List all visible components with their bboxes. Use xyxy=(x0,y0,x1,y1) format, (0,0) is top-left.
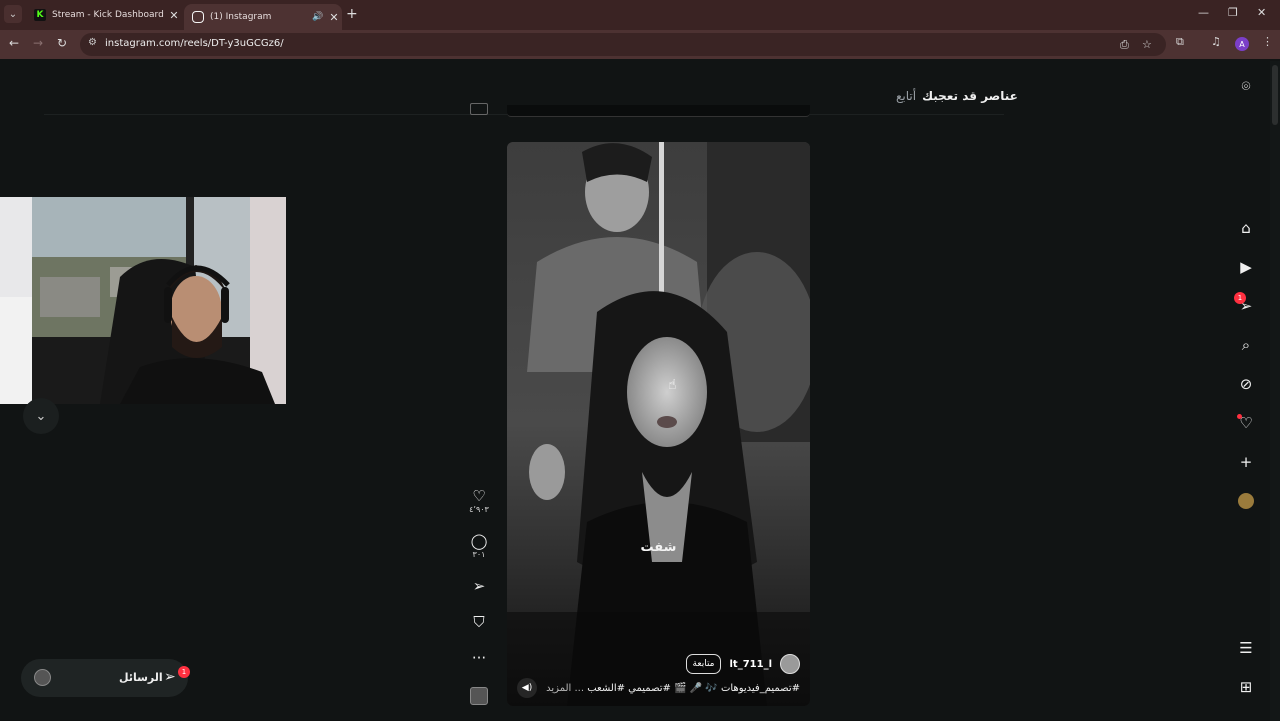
comment-bubble-icon: ◯ xyxy=(470,532,488,550)
reload-icon[interactable]: ↻ xyxy=(57,36,67,50)
reel-username[interactable]: lt_711_l xyxy=(729,659,772,670)
instagram-icon xyxy=(192,11,204,23)
home-icon[interactable]: ⌂ xyxy=(1232,214,1260,242)
volume-icon[interactable]: ◀) xyxy=(517,678,537,698)
reel-video-frame xyxy=(507,142,810,706)
instagram-logo-icon[interactable]: ⌾ xyxy=(1232,72,1260,100)
back-arrow-icon[interactable]: ← xyxy=(9,36,19,50)
close-tab-icon[interactable]: ✕ xyxy=(166,9,182,22)
like-button[interactable]: ♡ ٤٬٩٠٣ xyxy=(466,487,492,514)
kick-icon: K xyxy=(34,9,46,21)
original-audio-thumbnail[interactable] xyxy=(470,687,488,705)
webcam-overlay xyxy=(0,197,286,404)
close-window-icon[interactable]: ✕ xyxy=(1257,6,1266,19)
author-avatar[interactable] xyxy=(780,654,800,674)
share-button[interactable]: ➢ xyxy=(466,577,492,595)
heart-icon: ♡ xyxy=(472,487,486,505)
bookmark-icon: ⛉ xyxy=(473,613,485,631)
send-paper-plane-icon: ➢ xyxy=(472,577,486,595)
caption-text: #تصميم_فيديوهات 🎶 🎤 🎬 #تصميمي #الشعب xyxy=(587,683,800,694)
tab-title: (1) Instagram xyxy=(210,12,272,22)
also-from-meta-icon[interactable]: ⊞ xyxy=(1232,673,1260,701)
tab-kick-dashboard[interactable]: K Stream - Kick Dashboard ✕ xyxy=(26,3,182,27)
browser-tab-strip: ⌄ K Stream - Kick Dashboard ✕ (1) Instag… xyxy=(0,0,1280,30)
notification-dot xyxy=(1237,414,1242,419)
messages-badge: 1 xyxy=(178,666,190,678)
messages-label: الرسائل xyxy=(119,671,163,684)
menu-kebab-icon[interactable]: ⋮ xyxy=(1262,35,1273,48)
tab-title: Stream - Kick Dashboard xyxy=(52,10,164,20)
create-plus-icon[interactable]: + xyxy=(1232,448,1260,476)
extensions-puzzle-icon[interactable]: ⧉ xyxy=(1176,35,1184,49)
new-tab-plus-icon[interactable]: + xyxy=(346,6,358,22)
explore-compass-icon[interactable]: ⊘ xyxy=(1232,370,1260,398)
tab-search-chevron-icon[interactable]: ⌄ xyxy=(4,5,22,23)
profile-avatar[interactable]: A xyxy=(1235,37,1249,51)
reel-video[interactable]: شفت متابعة lt_711_l #تصميم_فيديوهات 🎶 🎤 … xyxy=(507,142,810,706)
suggestions-header: أتابع عناصر قد تعجبك xyxy=(896,89,1018,103)
reels-icon[interactable]: ▶ xyxy=(1232,253,1260,281)
address-bar[interactable]: ⚙ instagram.com/reels/DT-y3uGCGz6/ ⎙ ☆ xyxy=(80,33,1166,56)
profile-avatar-icon[interactable] xyxy=(1232,487,1260,515)
install-app-icon[interactable]: ⎙ xyxy=(1120,38,1129,52)
more-options-button[interactable]: ··· xyxy=(466,649,492,667)
forward-arrow-icon[interactable]: → xyxy=(33,36,43,50)
url-text[interactable]: instagram.com/reels/DT-y3uGCGz6/ xyxy=(105,38,284,49)
instagram-side-nav: ⌾ ⌂ ▶ ➢ 1 ⌕ ⊘ ♡ + ☰ ⊞ xyxy=(1232,59,1260,720)
more-dots-icon: ··· xyxy=(471,649,487,667)
reel-caption[interactable]: #تصميم_فيديوهات 🎶 🎤 🎬 #تصميمي #الشعب ...… xyxy=(546,683,800,694)
close-tab-icon[interactable]: ✕ xyxy=(326,11,342,24)
audio-playing-icon[interactable]: 🔊 xyxy=(312,12,326,22)
save-button[interactable]: ⛉ xyxy=(466,613,492,631)
direct-messages-icon[interactable]: ➢ 1 xyxy=(1232,292,1260,320)
browser-toolbar: ← → ↻ ⚙ instagram.com/reels/DT-y3uGCGz6/… xyxy=(0,30,1280,59)
bookmark-star-icon[interactable]: ☆ xyxy=(1142,38,1152,51)
reel-author: متابعة lt_711_l xyxy=(685,654,800,674)
webcam-feed-image xyxy=(0,197,286,404)
instagram-reels-page: أتابع عناصر قد تعجبك شفت متابعة lt_711_l… xyxy=(0,59,1280,721)
dm-badge: 1 xyxy=(1234,292,1246,304)
previous-reel-edge[interactable] xyxy=(507,105,810,117)
scrollbar-thumb[interactable] xyxy=(1272,65,1278,125)
reel-text-overlay: شفت xyxy=(640,540,677,555)
notifications-heart-icon[interactable]: ♡ xyxy=(1232,409,1260,437)
restore-icon[interactable]: ❐ xyxy=(1228,6,1238,19)
scrollbar[interactable] xyxy=(1270,61,1280,721)
suggestion-follow-link[interactable]: أتابع xyxy=(896,89,916,103)
comment-count: ٣٠١ xyxy=(472,550,486,559)
like-count: ٤٬٩٠٣ xyxy=(469,505,489,514)
chevron-down-icon[interactable]: ⌄ xyxy=(23,398,59,434)
site-info-icon[interactable]: ⚙ xyxy=(88,37,97,48)
tab-instagram[interactable]: (1) Instagram 🔊 ✕ xyxy=(184,4,342,30)
messages-button[interactable]: الرسائل ➢ 1 xyxy=(21,659,190,697)
media-controls-icon[interactable]: ♫ xyxy=(1211,35,1221,48)
comment-button[interactable]: ◯ ٣٠١ xyxy=(466,532,492,559)
hamburger-menu-icon[interactable]: ☰ xyxy=(1232,634,1260,662)
follow-button[interactable]: متابعة xyxy=(685,654,722,674)
message-avatar xyxy=(34,669,51,686)
previous-audio-thumb[interactable] xyxy=(470,103,488,115)
minimize-icon[interactable]: — xyxy=(1198,6,1209,19)
send-icon: ➢ xyxy=(164,669,176,685)
search-icon[interactable]: ⌕ xyxy=(1232,331,1260,359)
profile-avatar xyxy=(1238,493,1254,509)
caption-more-link[interactable]: ... المزيد xyxy=(546,683,584,694)
mouse-cursor-icon: ☝ xyxy=(668,377,677,393)
suggestions-heading: عناصر قد تعجبك xyxy=(922,89,1018,103)
